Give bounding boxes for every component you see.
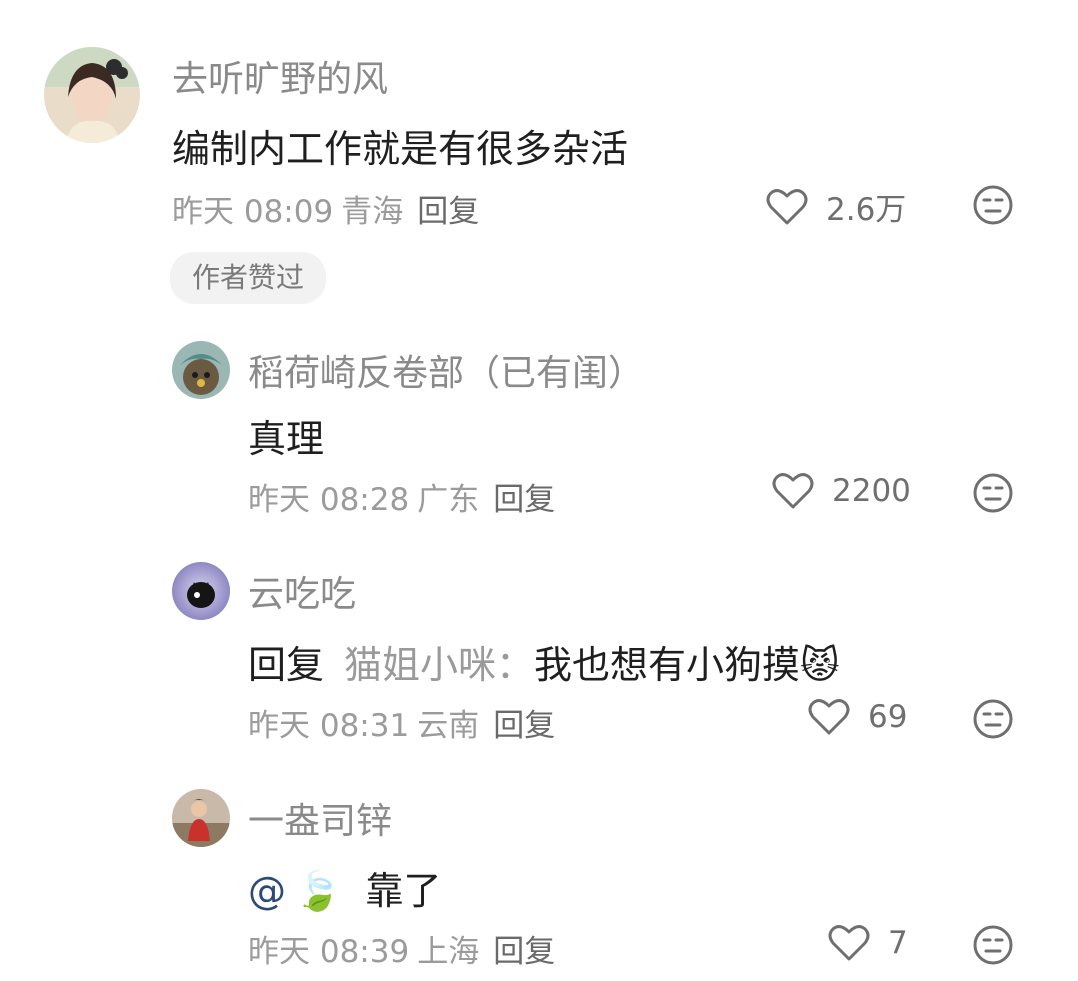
reply-button[interactable]: 回复: [417, 194, 479, 230]
reply-text: 靠了: [365, 869, 442, 913]
dislike-button[interactable]: [972, 184, 1014, 230]
heart-outline-icon: [828, 924, 870, 962]
neutral-face-icon: [972, 699, 1014, 744]
username[interactable]: 一盎司锌: [248, 792, 392, 844]
like-button[interactable]: 7: [828, 924, 908, 962]
neutral-face-icon: [972, 185, 1014, 230]
comment-meta: 昨天 08:31 云南 回复: [248, 700, 555, 745]
username[interactable]: 云吃吃: [248, 565, 356, 617]
author-liked-badge: 作者赞过: [170, 252, 326, 304]
neutral-face-icon: [972, 473, 1014, 518]
avatar[interactable]: [172, 789, 230, 847]
mention-at[interactable]: @: [248, 869, 286, 913]
comment-location: 云南: [417, 708, 480, 744]
comment-text: 真理: [248, 417, 325, 461]
like-count: 2.6万: [826, 192, 907, 228]
reply-prefix: 回复: [248, 643, 325, 687]
avatar[interactable]: [172, 562, 230, 620]
reply-button[interactable]: 回复: [493, 482, 555, 518]
like-button[interactable]: 2.6万: [766, 184, 906, 229]
avatar[interactable]: [44, 47, 140, 143]
comment-meta: 昨天 08:09 青海 回复: [172, 186, 479, 231]
like-count: 2200: [832, 473, 911, 509]
comment-time: 昨天 08:28: [248, 482, 410, 518]
username[interactable]: 去听旷野的风: [172, 50, 388, 102]
comment-time: 昨天 08:31: [248, 708, 410, 744]
dislike-button[interactable]: [972, 698, 1014, 744]
angry-cat-emoji: 😾: [800, 643, 840, 687]
comment-meta: 昨天 08:39 上海 回复: [248, 926, 555, 971]
neutral-face-icon: [972, 925, 1014, 970]
leaf-emoji: 🍃: [294, 869, 342, 913]
reply-button[interactable]: 回复: [493, 708, 555, 744]
comment-location: 青海: [341, 194, 404, 230]
comment-location: 上海: [417, 934, 480, 970]
like-count: 7: [888, 925, 908, 961]
username[interactable]: 稻荷崎反卷部（已有闺）: [248, 344, 644, 396]
dislike-button[interactable]: [972, 472, 1014, 518]
comment-text: @ 🍃 靠了: [248, 860, 441, 915]
heart-outline-icon: [772, 472, 814, 510]
reply-target-username[interactable]: 猫姐小咪：: [344, 643, 534, 687]
comment-time: 昨天 08:39: [248, 934, 410, 970]
heart-outline-icon: [808, 698, 850, 736]
comment-meta: 昨天 08:28 广东 回复: [248, 474, 555, 519]
like-count: 69: [868, 699, 908, 735]
heart-outline-icon: [766, 188, 808, 226]
avatar[interactable]: [172, 341, 230, 399]
reply-text: 我也想有小狗摸: [534, 643, 801, 687]
comment-location: 广东: [417, 482, 480, 518]
like-button[interactable]: 69: [808, 698, 907, 736]
comment-time: 昨天 08:09: [172, 194, 334, 230]
comment-text: 回复 猫姐小咪：我也想有小狗摸😾: [248, 634, 840, 689]
comment-text: 编制内工作就是有很多杂活: [172, 127, 629, 171]
dislike-button[interactable]: [972, 924, 1014, 970]
reply-button[interactable]: 回复: [493, 934, 555, 970]
like-button[interactable]: 2200: [772, 472, 911, 510]
